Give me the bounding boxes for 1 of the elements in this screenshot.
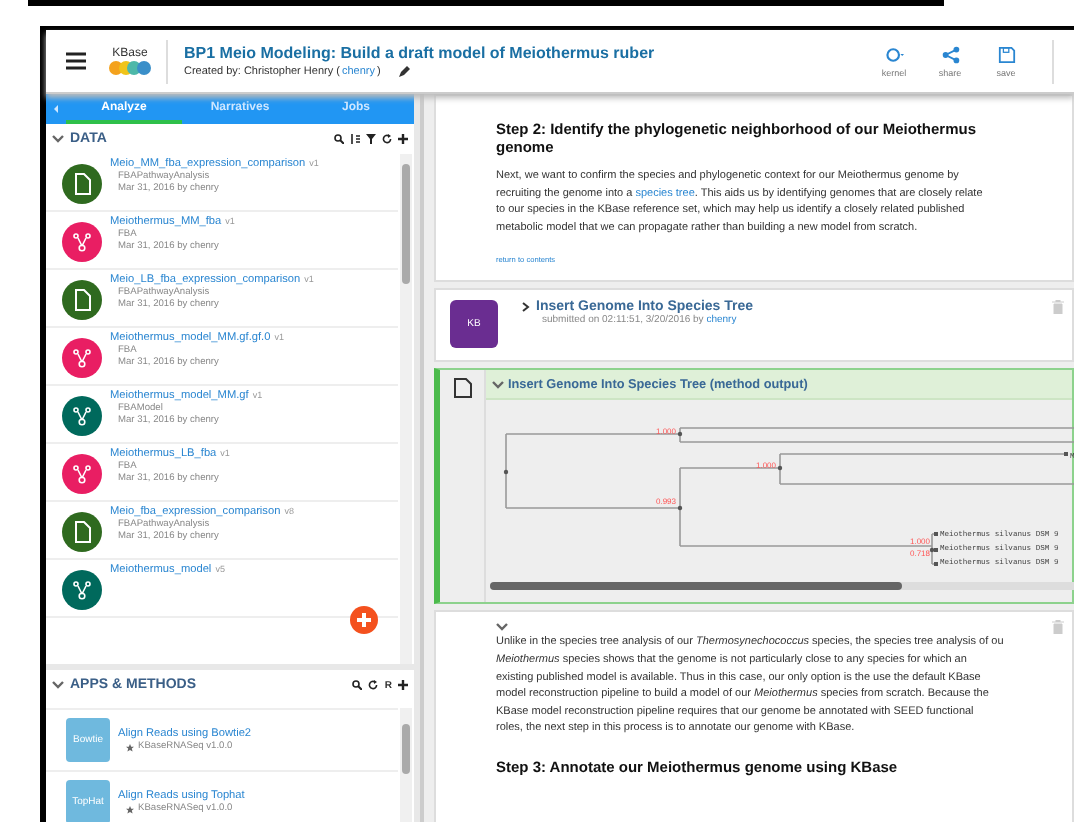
narrative-title[interactable]: BP1 Meio Modeling: Build a draft model of Meiothermus ruber — [184, 44, 872, 62]
